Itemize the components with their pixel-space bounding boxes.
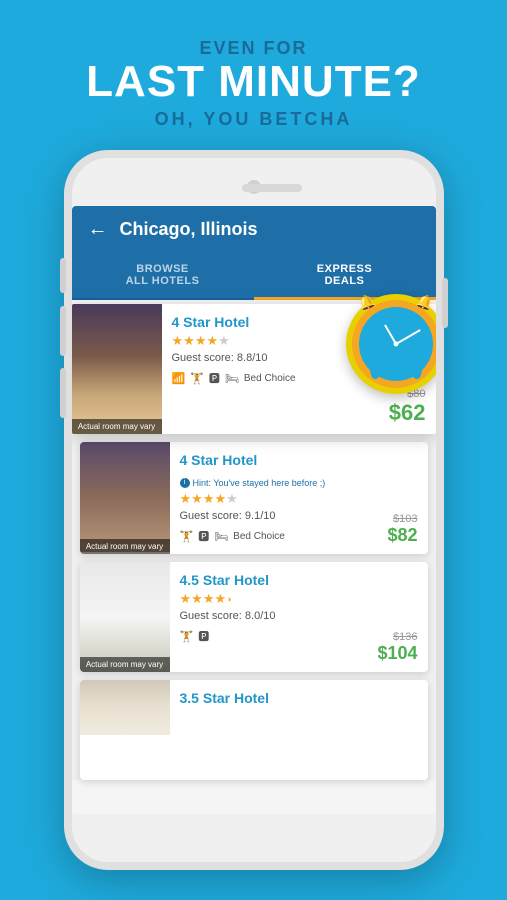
hotel-image-3: Actual room may vary [80, 562, 170, 672]
current-price-2: $82 [387, 525, 417, 546]
clock-leg-left [369, 368, 379, 380]
parking-icon: 🅿 [209, 370, 220, 386]
star-3-4: ★ [214, 591, 226, 607]
hotel-name-2: 4 Star Hotel [180, 452, 343, 468]
tab-express-line1: EXPRESS [258, 263, 432, 275]
hint-icon: i [180, 478, 190, 488]
guest-score-3: Guest score: 8.0/10 [180, 610, 343, 622]
clock-minute-hand [395, 329, 420, 345]
guest-score-2: Guest score: 9.1/10 [180, 510, 343, 522]
tab-browse-hotels[interactable]: BROWSE ALL HOTELS [72, 253, 254, 298]
tab-browse-line2: ALL HOTELS [76, 275, 250, 287]
room-label-1: Actual room may vary [72, 419, 162, 434]
clock-center [393, 342, 398, 347]
tab-bar: BROWSE ALL HOTELS EXPRESS DEALS [72, 253, 436, 300]
parking-icon-2: 🅿 [198, 528, 209, 544]
price-section-2: $103 $82 [353, 442, 428, 554]
original-price-2: $103 [393, 513, 417, 525]
hotel-stars-1: ★ ★ ★ ★ ★ [172, 333, 351, 349]
bed-choice-1: Bed Choice [244, 373, 296, 384]
clock-leg-right [411, 368, 421, 380]
star-3-2: ★ [191, 591, 203, 607]
bed-icon-2: 🛏 [214, 530, 228, 543]
hotel-stars-2: ★ ★ ★ ★ ★ [180, 491, 343, 507]
hotel-name-4: 3.5 Star Hotel [180, 690, 418, 706]
gym-icon-3: 🏋 [180, 630, 194, 643]
phone-volume-up-button [60, 306, 66, 356]
amenities-3: 🏋 🅿 [180, 628, 343, 644]
city-title: Chicago, Illinois [120, 219, 258, 240]
bed-choice-2: Bed Choice [233, 531, 285, 542]
clock-inner [359, 307, 433, 381]
hotel-card-wrapper-1: Actual room may vary 4 Star Hotel ★ ★ ★ … [72, 304, 436, 434]
hint-text-2: Hint: You've stayed here before ;) [193, 478, 326, 488]
room-label-2: Actual room may vary [80, 539, 170, 554]
header-section: EVEN FOR LAST MINUTE? OH, YOU BETCHA [0, 0, 507, 150]
phone-volume-down-button [60, 368, 66, 418]
clock-bell-right: 🔔 [414, 292, 436, 314]
star-2-4: ★ [214, 491, 226, 507]
hotel-name-3: 4.5 Star Hotel [180, 572, 343, 588]
hotel-info-3: 4.5 Star Hotel ★ ★ ★ ★ ◑ Guest score: 8.… [170, 562, 353, 672]
original-price-3: $136 [393, 631, 417, 643]
tab-express-deals[interactable]: EXPRESS DEALS [254, 253, 436, 300]
phone-mute-button [60, 258, 66, 293]
clock-bell-left: 🔔 [355, 292, 377, 314]
hotel-stars-3: ★ ★ ★ ★ ◑ [180, 591, 343, 607]
clock-badge: 🔔 🔔 [346, 294, 436, 394]
clock-outer: 🔔 🔔 [346, 294, 436, 394]
hotel-card-3[interactable]: Actual room may vary 4.5 Star Hotel ★ ★ … [80, 562, 428, 672]
app-header: ← Chicago, Illinois [72, 206, 436, 253]
back-arrow-icon[interactable]: ← [88, 218, 108, 241]
phone-mockup: ← Chicago, Illinois BROWSE ALL HOTELS EX… [64, 150, 444, 870]
star-5: ★ [218, 333, 230, 349]
header-line2: LAST MINUTE? [0, 59, 507, 105]
header-line1: EVEN FOR [0, 38, 507, 59]
header-line3: OH, YOU BETCHA [0, 109, 507, 130]
star-4: ★ [206, 333, 218, 349]
gym-icon-2: 🏋 [180, 530, 194, 543]
price-section-3: $136 $104 [353, 562, 428, 672]
phone-screen: ← Chicago, Illinois BROWSE ALL HOTELS EX… [72, 206, 436, 814]
hotel-image-2: Actual room may vary [80, 442, 170, 554]
amenities-2: 🏋 🅿 🛏 Bed Choice [180, 528, 343, 544]
star-2-5: ★ [226, 491, 238, 507]
hotel-info-2: 4 Star Hotel i Hint: You've stayed here … [170, 442, 353, 554]
hint-badge-2: i Hint: You've stayed here before ;) [180, 478, 326, 488]
wifi-icon: 📶 [172, 372, 186, 385]
star-3-3: ★ [203, 591, 215, 607]
star-3-half: ◑ [226, 594, 231, 604]
hotel-name-1: 4 Star Hotel [172, 314, 351, 330]
gym-icon: 🏋 [190, 372, 204, 385]
room-label-3: Actual room may vary [80, 657, 170, 672]
star-2-1: ★ [180, 491, 192, 507]
star-2-2: ★ [191, 491, 203, 507]
hotel-image-4 [80, 680, 170, 780]
phone-speaker [242, 184, 302, 192]
hotel-card-4[interactable]: 3.5 Star Hotel [80, 680, 428, 780]
amenities-1: 📶 🏋 🅿 🛏 Bed Choice [172, 370, 351, 386]
hotel-card-2[interactable]: Actual room may vary 4 Star Hotel i Hint… [80, 442, 428, 554]
star-3: ★ [195, 333, 207, 349]
guest-score-1: Guest score: 8.8/10 [172, 352, 351, 364]
current-price-3: $104 [377, 643, 417, 664]
tab-express-line2: DEALS [258, 275, 432, 287]
current-price-1: $62 [389, 400, 426, 426]
phone-power-button [442, 278, 448, 328]
bed-icon: 🛏 [225, 372, 239, 385]
tab-browse-line1: BROWSE [76, 263, 250, 275]
hotel-info-4: 3.5 Star Hotel [170, 680, 428, 780]
star-2: ★ [183, 333, 195, 349]
star-3-1: ★ [180, 591, 192, 607]
star-1: ★ [172, 333, 184, 349]
star-2-3: ★ [203, 491, 215, 507]
hotel-list: Actual room may vary 4 Star Hotel ★ ★ ★ … [72, 304, 436, 780]
hotel-image-1: Actual room may vary [72, 304, 162, 434]
hotel-info-1: 4 Star Hotel ★ ★ ★ ★ ★ Guest score: 8.8/… [162, 304, 361, 434]
parking-icon-3: 🅿 [198, 628, 209, 644]
